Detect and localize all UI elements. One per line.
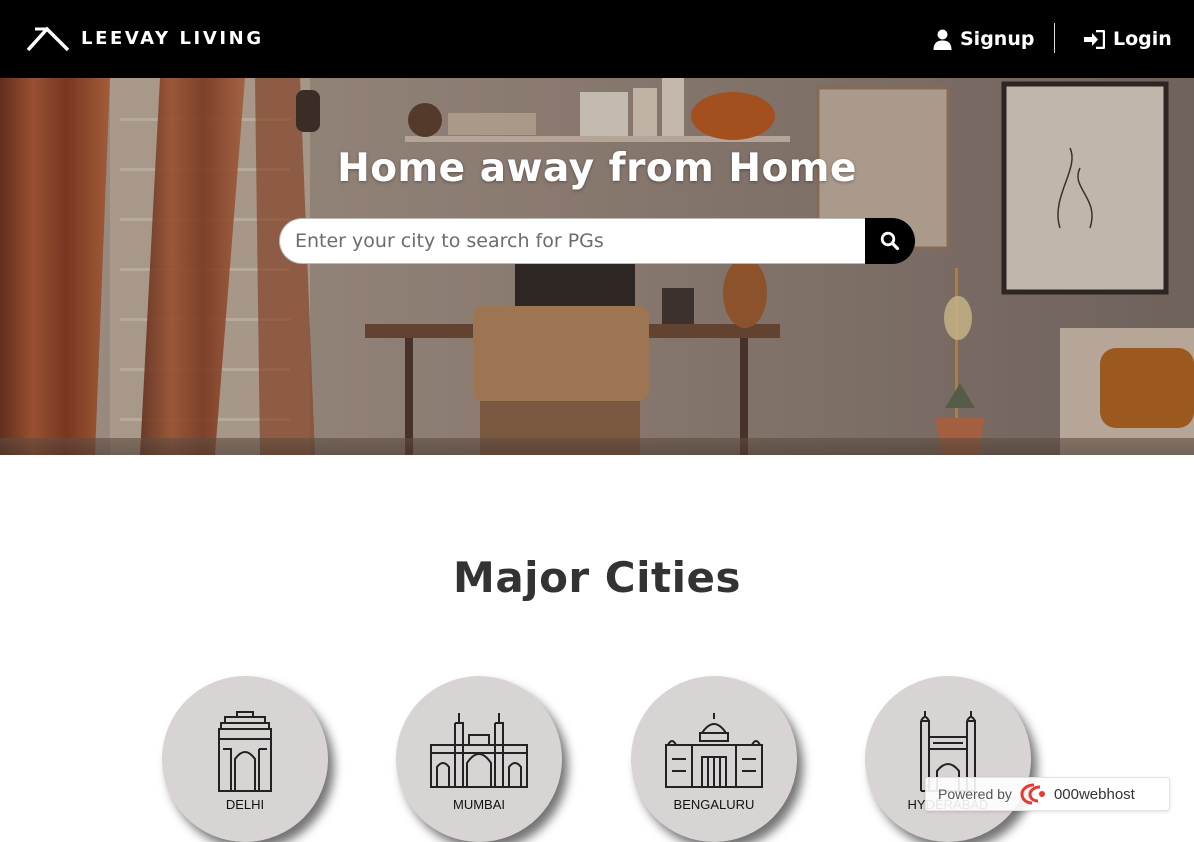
search-button[interactable] [865, 218, 915, 264]
gateway-of-india-icon [430, 713, 528, 788]
brand-logo[interactable]: LEEVAY LIVING [27, 24, 264, 52]
login-label: Login [1113, 28, 1172, 50]
city-card-mumbai[interactable]: MUMBAI [396, 676, 562, 842]
login-link[interactable]: Login [1084, 24, 1172, 54]
signup-label: Signup [960, 28, 1035, 50]
city-name: DELHI [225, 797, 265, 812]
vidhana-soudha-icon [665, 713, 763, 788]
house-roof-icon [27, 26, 69, 51]
city-card-hyderabad[interactable]: HYDERABAD [865, 676, 1031, 842]
hero-banner: Home away from Home [0, 78, 1194, 455]
search-icon [880, 231, 900, 251]
city-card-delhi[interactable]: DELHI [162, 676, 328, 842]
signup-link[interactable]: Signup [933, 24, 1034, 54]
brand-name: LEEVAY LIVING [81, 27, 264, 49]
powered-by-label: Powered by [938, 786, 1012, 802]
city-name: MUMBAI [453, 797, 505, 812]
nav-divider [1054, 23, 1055, 53]
000webhost-logo-icon [1020, 783, 1045, 805]
powered-by-badge[interactable]: Powered by 000webhost [925, 777, 1170, 811]
user-icon [933, 29, 952, 50]
city-card-bengaluru[interactable]: BENGALURU [631, 676, 797, 842]
navbar: LEEVAY LIVING Signup Login [0, 0, 1194, 78]
hero-background-image [0, 78, 1194, 455]
host-name: 000webhost [1053, 785, 1135, 803]
major-cities-title: Major Cities [453, 553, 741, 602]
city-name: BENGALURU [673, 797, 755, 812]
hero-title: Home away from Home [337, 146, 857, 191]
india-gate-icon [218, 711, 272, 792]
city-search-input[interactable] [279, 218, 865, 264]
search-bar [279, 218, 915, 264]
sign-in-icon [1084, 29, 1105, 49]
